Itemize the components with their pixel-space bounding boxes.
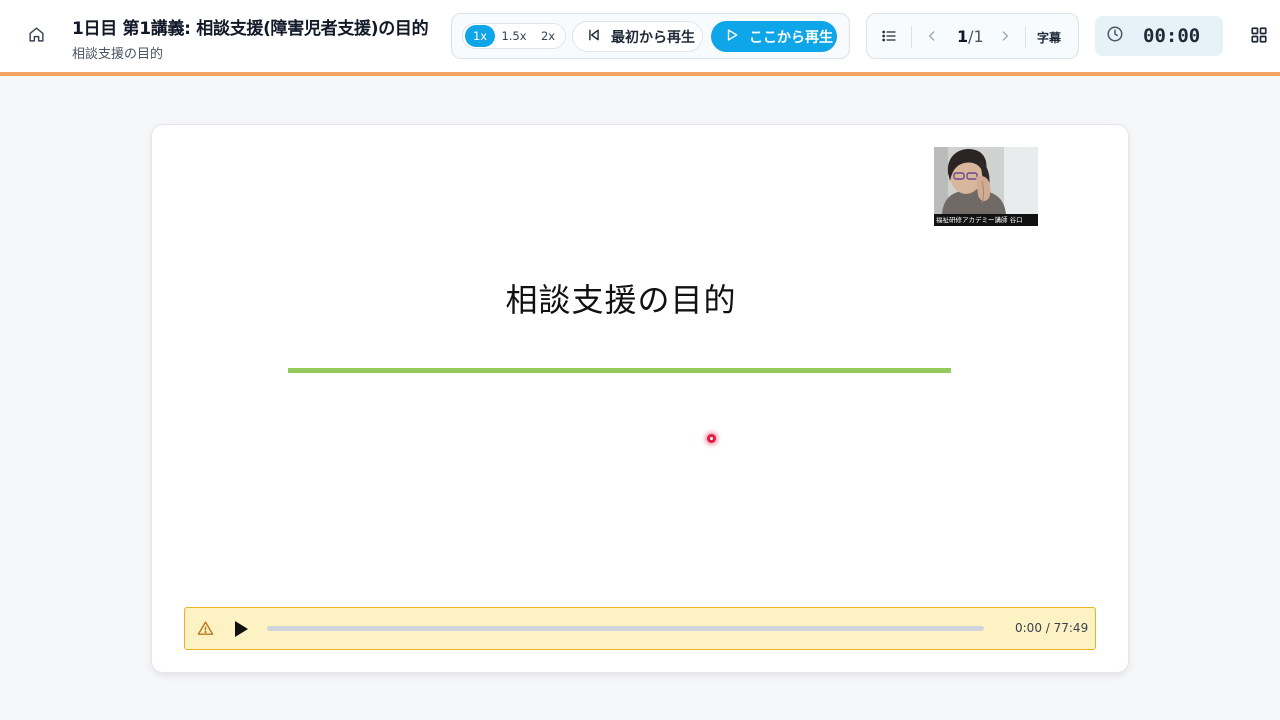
restart-label: 最初から再生 xyxy=(611,29,695,46)
slide-card: 福祉研修アカデミー講師 谷口 相談支援の目的 0:00 / 77:49 xyxy=(151,124,1129,673)
chevron-left-icon[interactable] xyxy=(925,27,939,49)
chevron-right-icon[interactable] xyxy=(998,27,1012,49)
page-subtitle: 相談支援の目的 xyxy=(72,47,164,62)
speed-2x-button[interactable]: 2x xyxy=(533,25,563,47)
grid-icon[interactable] xyxy=(1250,26,1268,48)
webcam-caption: 福祉研修アカデミー講師 谷口 xyxy=(934,214,1038,226)
speed-1-5x-button[interactable]: 1.5x xyxy=(495,25,533,47)
divider xyxy=(911,26,912,48)
timer-value: 00:00 xyxy=(1143,25,1201,47)
audio-progress-track[interactable] xyxy=(267,626,984,631)
play-from-here-button[interactable]: ここから再生 xyxy=(711,21,837,52)
slide-navigation: 1/1 字幕 xyxy=(866,13,1079,59)
divider xyxy=(1025,26,1026,48)
list-icon[interactable] xyxy=(881,27,897,49)
timer-display: 00:00 xyxy=(1095,16,1223,56)
page-total: /1 xyxy=(968,27,984,46)
presenter-image xyxy=(934,147,1038,214)
page-title: 1日目 第1講義: 相談支援(障害児者支援)の目的 xyxy=(72,19,429,39)
audio-player: 0:00 / 77:49 xyxy=(184,607,1096,650)
laser-pointer xyxy=(707,434,716,443)
playback-controls: 1x 1.5x 2x 最初から再生 ここから再生 xyxy=(451,13,850,59)
home-button[interactable] xyxy=(22,22,50,50)
subtitles-button[interactable]: 字幕 xyxy=(1037,29,1061,46)
speed-1x-button[interactable]: 1x xyxy=(465,25,495,47)
warning-icon xyxy=(197,620,214,641)
restart-button[interactable]: 最初から再生 xyxy=(572,21,703,52)
skip-back-icon xyxy=(587,28,601,46)
presenter-webcam: 福祉研修アカデミー講師 谷口 xyxy=(934,147,1038,226)
clock-icon xyxy=(1106,25,1124,47)
top-header: 1日目 第1講義: 相談支援(障害児者支援)の目的 相談支援の目的 1x 1.5… xyxy=(0,0,1280,72)
slide-title: 相談支援の目的 xyxy=(505,281,737,319)
speed-selector: 1x 1.5x 2x xyxy=(462,23,566,49)
play-icon[interactable] xyxy=(233,620,249,642)
play-from-here-label: ここから再生 xyxy=(749,29,833,46)
current-page: 1 xyxy=(957,27,969,46)
home-icon xyxy=(28,26,45,47)
page-indicator: 1/1 xyxy=(957,27,984,46)
title-block: 1日目 第1講義: 相談支援(障害児者支援)の目的 相談支援の目的 xyxy=(72,14,444,62)
header-accent-line xyxy=(0,72,1280,76)
play-outline-icon xyxy=(725,28,739,46)
slide-divider-line xyxy=(288,368,951,373)
audio-time: 0:00 / 77:49 xyxy=(1015,621,1089,635)
